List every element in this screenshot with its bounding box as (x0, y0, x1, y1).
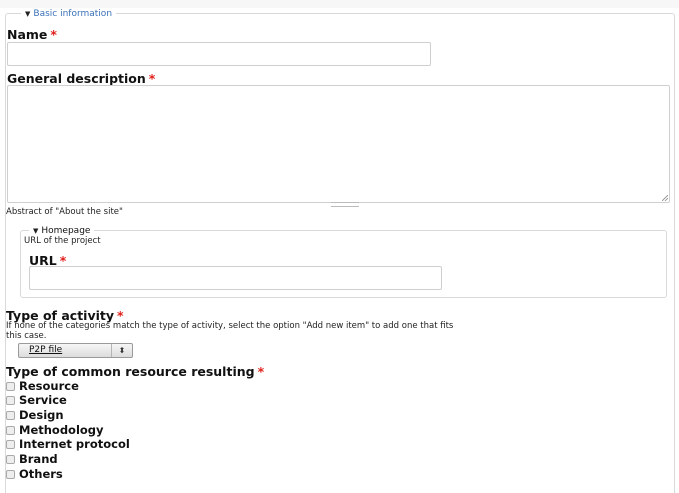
resource-type-label: Type of common resource resulting * (6, 364, 264, 379)
general-description-help: Abstract of "About the site" (6, 207, 123, 217)
resource-option-label: Resource (19, 379, 79, 393)
resource-option[interactable]: Others (6, 467, 63, 481)
checkbox[interactable] (6, 454, 15, 464)
resource-option-label: Others (19, 467, 63, 481)
triangle-down-icon: ▼ (25, 10, 31, 18)
resource-option[interactable]: Internet protocol (6, 437, 130, 451)
url-input[interactable] (29, 266, 442, 290)
checkbox[interactable] (6, 395, 15, 405)
checkbox[interactable] (6, 469, 15, 479)
name-input[interactable] (7, 42, 431, 66)
checkbox[interactable] (6, 425, 15, 435)
resize-grip-icon[interactable] (662, 195, 668, 201)
resource-option-label: Brand (19, 452, 58, 466)
checkbox[interactable] (6, 410, 15, 420)
name-label: Name * (7, 27, 57, 42)
resource-option-label: Service (19, 393, 67, 407)
general-description-label-text: General description (7, 71, 146, 86)
type-of-activity-selected-value: P2P file (29, 345, 63, 355)
type-of-activity-select[interactable]: P2P file ⬍ (18, 343, 133, 358)
type-of-activity-help-line1: If none of the categories match the type… (6, 321, 454, 331)
textarea-grippie[interactable] (331, 202, 359, 207)
type-of-activity-help-line2: this case. (6, 331, 47, 341)
basic-information-legend-label: Basic information (33, 9, 113, 19)
resource-option[interactable]: Brand (6, 452, 58, 466)
name-label-text: Name (7, 27, 48, 42)
required-marker: * (257, 364, 265, 379)
checkbox[interactable] (6, 381, 15, 391)
resource-option[interactable]: Methodology (6, 423, 104, 437)
required-marker: * (50, 27, 57, 42)
resource-option[interactable]: Service (6, 393, 67, 407)
resource-option[interactable]: Design (6, 408, 64, 422)
up-down-arrow-icon: ⬍ (111, 344, 132, 357)
resource-option-label: Methodology (19, 423, 104, 437)
general-description-textarea[interactable] (7, 85, 670, 203)
homepage-description: URL of the project (24, 236, 101, 246)
top-band (0, 0, 679, 8)
resource-option[interactable]: Resource (6, 379, 79, 393)
resource-type-label-text: Type of common resource resulting (6, 364, 255, 379)
resource-option-label: Internet protocol (19, 437, 130, 451)
basic-information-legend[interactable]: ▼ Basic information (21, 8, 117, 20)
general-description-label: General description * (7, 71, 155, 86)
resource-option-label: Design (19, 408, 64, 422)
required-marker: * (148, 71, 156, 86)
checkbox[interactable] (6, 439, 15, 449)
